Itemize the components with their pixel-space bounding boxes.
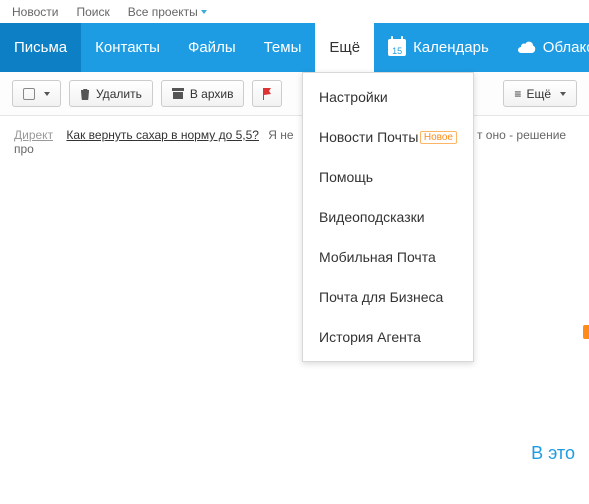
nav-more[interactable]: Ещё [315, 23, 374, 72]
nav-cloud[interactable]: Облако [503, 23, 589, 72]
trash-icon [80, 88, 90, 100]
toolbar-more-button[interactable]: ≡ Ещё [503, 80, 577, 107]
delete-button[interactable]: Удалить [69, 80, 153, 107]
new-badge: Новое [420, 131, 457, 144]
notification-edge[interactable] [583, 325, 589, 339]
nav-themes[interactable]: Темы [250, 23, 316, 72]
top-bar: Новости Поиск Все проекты [0, 0, 589, 23]
archive-icon [172, 88, 184, 99]
dropdown-item-0[interactable]: Настройки [303, 77, 473, 117]
ad-link[interactable]: Как вернуть сахар в норму до 5,5? [66, 128, 259, 142]
flag-icon [261, 88, 273, 100]
ad-line: Директ Как вернуть сахар в норму до 5,5?… [14, 128, 575, 156]
nav-contacts[interactable]: Контакты [81, 23, 174, 72]
dropdown-item-label: Настройки [319, 89, 388, 105]
top-search-link[interactable]: Поиск [76, 5, 109, 19]
dropdown-item-label: Новости Почты [319, 129, 418, 145]
checkbox-icon [23, 88, 35, 100]
ad-tag[interactable]: Директ [14, 128, 53, 142]
select-all-button[interactable] [12, 80, 61, 107]
chevron-down-icon [560, 92, 566, 96]
dropdown-item-label: Мобильная Почта [319, 249, 436, 265]
dropdown-item-4[interactable]: Мобильная Почта [303, 237, 473, 277]
chevron-down-icon [44, 92, 50, 96]
dropdown-item-label: История Агента [319, 329, 421, 345]
dropdown-item-6[interactable]: История Агента [303, 317, 473, 357]
dropdown-item-2[interactable]: Помощь [303, 157, 473, 197]
menu-icon: ≡ [514, 87, 520, 101]
dropdown-item-label: Видеоподсказки [319, 209, 425, 225]
dropdown-item-label: Почта для Бизнеса [319, 289, 443, 305]
nav-calendar[interactable]: 15 Календарь [374, 23, 503, 72]
flag-button[interactable] [252, 80, 282, 107]
calendar-icon: 15 [388, 39, 406, 56]
dropdown-item-label: Помощь [319, 169, 373, 185]
chevron-down-icon [201, 10, 207, 14]
footer-partial-text: В это [531, 443, 575, 464]
content-area: Директ Как вернуть сахар в норму до 5,5?… [0, 116, 589, 168]
dropdown-item-5[interactable]: Почта для Бизнеса [303, 277, 473, 317]
archive-button[interactable]: В архив [161, 80, 245, 107]
nav-mail[interactable]: Письма [0, 23, 81, 72]
ad-text-left: Я не [268, 128, 293, 142]
dropdown-item-3[interactable]: Видеоподсказки [303, 197, 473, 237]
toolbar: Удалить В архив ≡ Ещё [0, 72, 589, 116]
top-news-link[interactable]: Новости [12, 5, 58, 19]
main-nav: Письма Контакты Файлы Темы Ещё 15 Календ… [0, 23, 589, 72]
more-dropdown: Настройки Новости ПочтыНовое Помощь Видеопо… [302, 72, 474, 362]
cloud-icon [517, 39, 537, 57]
nav-files[interactable]: Файлы [174, 23, 250, 72]
top-projects-link[interactable]: Все проекты [128, 5, 207, 19]
dropdown-item-1[interactable]: Новости ПочтыНовое [303, 117, 473, 157]
